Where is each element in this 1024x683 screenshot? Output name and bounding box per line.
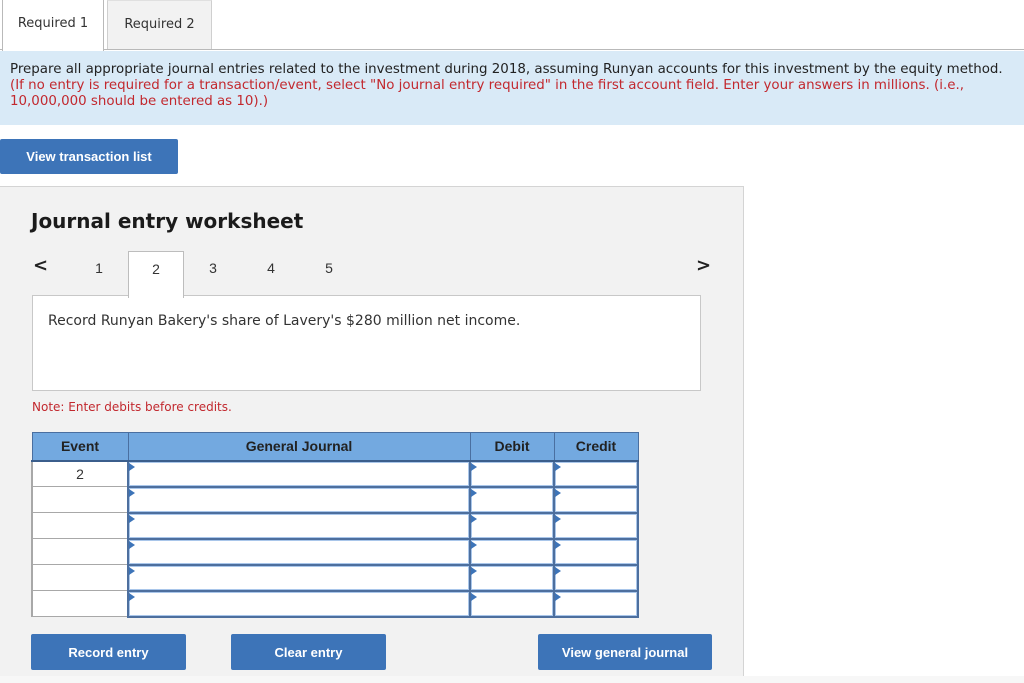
step-tab-4[interactable]: 4 <box>243 251 299 296</box>
credit-field[interactable] <box>553 511 639 540</box>
header-credit: Credit <box>553 432 639 462</box>
field-marker-icon <box>555 514 561 523</box>
credit-field-input[interactable] <box>555 487 637 512</box>
credit-field-input[interactable] <box>555 565 637 590</box>
debit-field[interactable] <box>469 589 555 618</box>
account-field-input[interactable] <box>129 513 469 538</box>
field-marker-icon <box>129 462 135 471</box>
event-cell <box>31 564 129 591</box>
view-general-journal-button[interactable]: View general journal <box>538 634 712 670</box>
credit-field-input[interactable] <box>555 539 637 564</box>
step-tab-5[interactable]: 5 <box>301 251 357 296</box>
debit-credit-note: Note: Enter debits before credits. <box>32 400 232 414</box>
field-marker-icon <box>471 592 477 601</box>
debit-field-input[interactable] <box>471 461 553 486</box>
requirement-tabs: Required 1 Required 2 <box>0 0 1024 51</box>
tab-divider <box>0 49 1024 50</box>
journal-row <box>31 563 639 592</box>
debit-field[interactable] <box>469 459 555 488</box>
credit-field-input[interactable] <box>555 591 637 616</box>
debit-field[interactable] <box>469 563 555 592</box>
journal-row <box>31 537 639 566</box>
field-marker-icon <box>129 566 135 575</box>
field-marker-icon <box>555 592 561 601</box>
page-bottom-edge <box>0 676 1024 683</box>
instructions-panel: Prepare all appropriate journal entries … <box>0 51 1024 125</box>
event-cell: 2 <box>31 460 129 487</box>
account-field-input[interactable] <box>129 539 469 564</box>
journal-row <box>31 511 639 540</box>
credit-field[interactable] <box>553 563 639 592</box>
account-field-input[interactable] <box>129 461 469 486</box>
field-marker-icon <box>129 488 135 497</box>
account-field[interactable] <box>127 563 471 592</box>
instructions-main: Prepare all appropriate journal entries … <box>10 62 1003 77</box>
transaction-description: Record Runyan Bakery's share of Lavery's… <box>32 295 701 391</box>
field-marker-icon <box>471 540 477 549</box>
credit-field[interactable] <box>553 485 639 514</box>
account-field-input[interactable] <box>129 591 469 616</box>
journal-row <box>31 589 639 618</box>
field-marker-icon <box>555 462 561 471</box>
journal-table: Event General Journal Debit Credit 2 <box>31 432 639 618</box>
step-tab-2[interactable]: 2 <box>128 251 184 298</box>
clear-entry-button[interactable]: Clear entry <box>231 634 386 670</box>
journal-entry-worksheet: Journal entry worksheet < 1 2 3 4 5 > Re… <box>0 186 744 676</box>
debit-field-input[interactable] <box>471 565 553 590</box>
account-field-input[interactable] <box>129 565 469 590</box>
event-cell <box>31 538 129 565</box>
debit-field-input[interactable] <box>471 539 553 564</box>
field-marker-icon <box>555 566 561 575</box>
account-field[interactable] <box>127 459 471 488</box>
field-marker-icon <box>471 462 477 471</box>
debit-field-input[interactable] <box>471 591 553 616</box>
tab-required-2[interactable]: Required 2 <box>107 0 212 50</box>
header-event: Event <box>31 432 129 462</box>
view-transaction-list-button[interactable]: View transaction list <box>0 139 178 174</box>
account-field[interactable] <box>127 537 471 566</box>
debit-field-input[interactable] <box>471 487 553 512</box>
journal-row: 2 <box>31 459 639 488</box>
event-cell <box>31 486 129 513</box>
event-cell <box>31 512 129 539</box>
field-marker-icon <box>129 540 135 549</box>
field-marker-icon <box>471 488 477 497</box>
journal-row <box>31 485 639 514</box>
header-general-journal: General Journal <box>127 432 471 462</box>
credit-field-input[interactable] <box>555 513 637 538</box>
debit-field[interactable] <box>469 511 555 540</box>
debit-field-input[interactable] <box>471 513 553 538</box>
tab-required-1[interactable]: Required 1 <box>2 0 104 51</box>
field-marker-icon <box>471 514 477 523</box>
chevron-left-icon[interactable]: < <box>33 255 48 277</box>
debit-field[interactable] <box>469 537 555 566</box>
credit-field[interactable] <box>553 459 639 488</box>
account-field[interactable] <box>127 511 471 540</box>
field-marker-icon <box>471 566 477 575</box>
field-marker-icon <box>555 540 561 549</box>
event-cell <box>31 590 129 617</box>
field-marker-icon <box>129 592 135 601</box>
account-field[interactable] <box>127 589 471 618</box>
account-field[interactable] <box>127 485 471 514</box>
worksheet-title: Journal entry worksheet <box>31 209 304 233</box>
credit-field[interactable] <box>553 537 639 566</box>
debit-field[interactable] <box>469 485 555 514</box>
step-tab-3[interactable]: 3 <box>185 251 241 296</box>
credit-field[interactable] <box>553 589 639 618</box>
chevron-right-icon[interactable]: > <box>696 255 711 277</box>
field-marker-icon <box>129 514 135 523</box>
account-field-input[interactable] <box>129 487 469 512</box>
description-text: Record Runyan Bakery's share of Lavery's… <box>48 313 521 329</box>
step-tab-1[interactable]: 1 <box>71 251 127 296</box>
credit-field-input[interactable] <box>555 461 637 486</box>
header-debit: Debit <box>469 432 555 462</box>
record-entry-button[interactable]: Record entry <box>31 634 186 670</box>
instructions-note: (If no entry is required for a transacti… <box>10 78 964 109</box>
field-marker-icon <box>555 488 561 497</box>
